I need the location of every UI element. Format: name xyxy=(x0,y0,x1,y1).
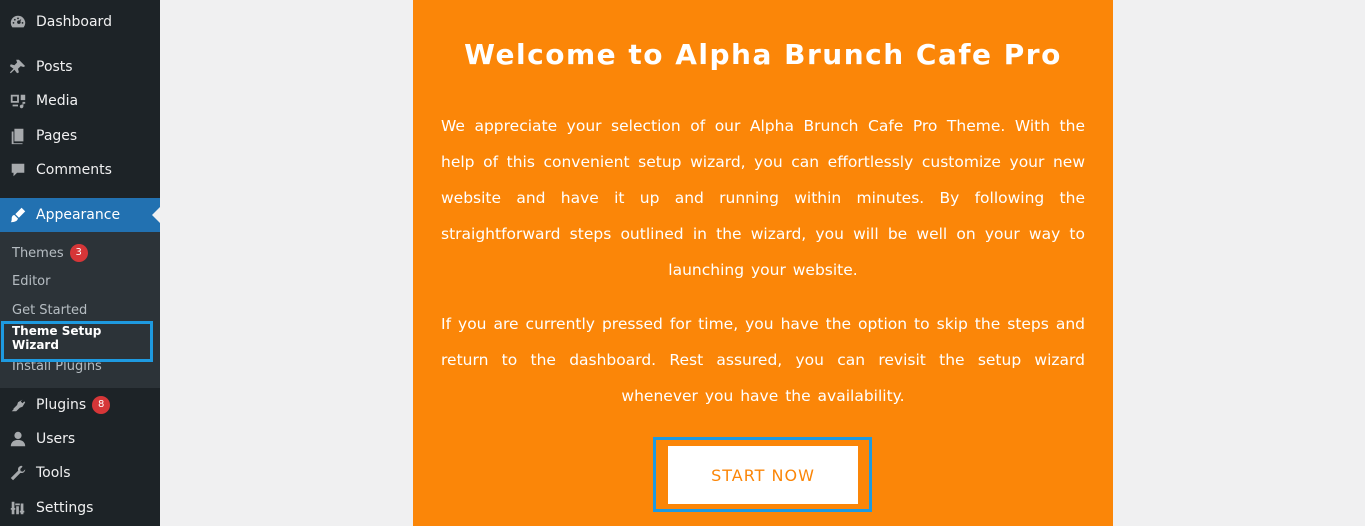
update-count-badge: 8 xyxy=(92,396,111,414)
page-title: Welcome to Alpha Brunch Cafe Pro xyxy=(464,38,1062,71)
menu-label: Appearance xyxy=(36,207,121,223)
appearance-submenu: Themes 3 Editor Get Started Install Plug… xyxy=(0,232,160,388)
pushpin-icon xyxy=(0,58,36,76)
submenu-label: Themes xyxy=(12,245,64,261)
wrench-icon xyxy=(0,464,36,482)
menu-comments[interactable]: Comments xyxy=(0,153,160,187)
menu-label: Users xyxy=(36,431,76,447)
intro-paragraph: We appreciate your selection of our Alph… xyxy=(441,117,1085,279)
submenu-get-started[interactable]: Get Started xyxy=(12,300,87,320)
menu-label: Posts xyxy=(36,59,73,75)
media-icon xyxy=(0,92,36,110)
highlight-frame xyxy=(1,321,153,362)
menu-label: Comments xyxy=(36,162,112,178)
dashboard-icon xyxy=(0,13,36,31)
submenu-label: Editor xyxy=(12,273,51,289)
start-now-button[interactable]: START NOW xyxy=(668,446,858,504)
skip-info-paragraph: If you are currently pressed for time, y… xyxy=(441,315,1085,405)
menu-label: Tools xyxy=(36,465,71,481)
menu-pages[interactable]: Pages xyxy=(0,119,160,153)
active-indicator-arrow xyxy=(152,207,160,223)
menu-label: Settings xyxy=(36,500,94,516)
paintbrush-icon xyxy=(0,206,36,224)
menu-posts[interactable]: Posts xyxy=(0,50,160,84)
plugins-icon xyxy=(0,396,36,414)
menu-label: Plugins xyxy=(36,397,87,413)
menu-users[interactable]: Users xyxy=(0,422,160,456)
submenu-label: Get Started xyxy=(12,302,88,318)
submenu-themes[interactable]: Themes 3 xyxy=(12,243,88,263)
menu-tools[interactable]: Tools xyxy=(0,456,160,490)
menu-media[interactable]: Media xyxy=(0,84,160,118)
menu-label: Dashboard xyxy=(36,14,112,30)
submenu-editor[interactable]: Editor xyxy=(12,271,50,291)
users-icon xyxy=(0,430,36,448)
menu-label: Media xyxy=(36,93,79,109)
settings-icon xyxy=(0,499,36,517)
menu-plugins[interactable]: Plugins 8 xyxy=(0,388,160,422)
menu-label: Pages xyxy=(36,128,78,144)
menu-dashboard[interactable]: Dashboard xyxy=(0,5,160,39)
comments-icon xyxy=(0,161,36,179)
admin-sidebar: Dashboard Posts Media Pages Comments App… xyxy=(0,0,160,526)
pages-icon xyxy=(0,127,36,145)
menu-appearance[interactable]: Appearance xyxy=(0,198,160,232)
update-count-badge: 3 xyxy=(69,244,88,262)
menu-settings[interactable]: Settings xyxy=(0,491,160,525)
